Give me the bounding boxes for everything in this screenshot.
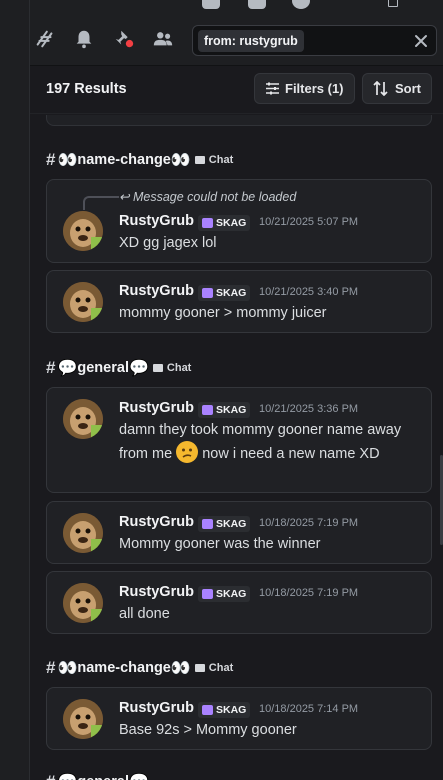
title-bar: [30, 0, 443, 10]
search-result-card[interactable]: RustyGrub SKAG 10/18/2025 7:19 PM Mommy …: [46, 501, 432, 564]
channel-group-header[interactable]: # 👀 name-change 👀 Chat: [46, 148, 233, 172]
message-timestamp: 10/18/2025 7:14 PM: [259, 703, 359, 715]
previous-result-card[interactable]: [46, 115, 432, 126]
search-result-card[interactable]: RustyGrub SKAG 10/18/2025 7:19 PM all do…: [46, 571, 432, 634]
left-sidebar-strip: [0, 0, 30, 780]
channel-group-header[interactable]: # 👀 name-change 👀 Chat: [46, 656, 233, 680]
filters-button[interactable]: Filters (1): [254, 73, 355, 104]
avatar[interactable]: [63, 699, 103, 739]
avatar[interactable]: [63, 211, 103, 251]
channel-emoji: 👀: [57, 152, 78, 169]
guild-tag-badge[interactable]: SKAG: [198, 285, 251, 301]
channel-category: Chat: [208, 662, 234, 674]
channel-name: general: [77, 774, 129, 780]
channel-name: name-change: [77, 660, 171, 676]
guild-tag-badge[interactable]: SKAG: [198, 215, 251, 231]
channel-emoji: 💬: [129, 772, 149, 780]
search-results-list: # 👀 name-change 👀 Chat ↩ Message could n…: [30, 115, 443, 780]
author-name[interactable]: RustyGrub: [119, 213, 194, 229]
reply-connector: [83, 196, 119, 210]
author-name[interactable]: RustyGrub: [119, 514, 194, 530]
filters-label: Filters (1): [285, 81, 344, 96]
guild-tag-icon: [202, 218, 213, 228]
channel-hash-icon: #: [46, 150, 56, 169]
message-text: Base 92s > Mommy gooner: [119, 722, 297, 738]
channel-emoji: 👀: [170, 152, 191, 169]
search-result-card[interactable]: ↩ Message could not be loaded RustyGrub …: [46, 179, 432, 263]
flag-icon[interactable]: [202, 0, 220, 9]
avatar[interactable]: [63, 583, 103, 623]
guild-tag-icon: [202, 519, 213, 529]
results-count: 197 Results: [46, 81, 127, 97]
author-name[interactable]: RustyGrub: [119, 584, 194, 600]
reply-preview: ↩ Message could not be loaded: [119, 190, 297, 204]
channel-name: general: [77, 360, 129, 376]
clear-search-icon[interactable]: [412, 32, 430, 50]
message-text: all done: [119, 606, 170, 622]
sort-label: Sort: [395, 81, 421, 96]
guild-tag-badge[interactable]: SKAG: [198, 516, 251, 532]
avatar[interactable]: [63, 399, 103, 439]
filters-icon: [266, 82, 279, 95]
message-text-part: now i need a new name XD: [202, 446, 380, 462]
channel-hash-icon: #: [46, 658, 56, 677]
guild-tag-icon: [202, 705, 213, 715]
channel-category: Chat: [208, 154, 234, 166]
message-timestamp: 10/21/2025 3:40 PM: [259, 286, 359, 298]
channel-emoji: 💬: [57, 360, 78, 377]
channel-category: Chat: [166, 362, 192, 374]
threads-icon[interactable]: [34, 28, 56, 50]
search-filter-chip[interactable]: from: rustygrub: [198, 30, 304, 52]
channel-emoji: 👀: [57, 660, 78, 677]
guild-tag-badge[interactable]: SKAG: [198, 402, 251, 418]
channel-name: name-change: [77, 152, 171, 168]
channel-emoji: 👀: [170, 660, 191, 677]
notification-bell-icon[interactable]: [73, 28, 95, 50]
folder-icon: [194, 664, 205, 672]
search-input[interactable]: from: rustygrub: [192, 25, 437, 56]
channel-emoji: 💬: [57, 772, 77, 780]
close-window-icon[interactable]: [425, 0, 443, 9]
guild-tag-icon: [202, 405, 213, 415]
guild-tag-badge[interactable]: SKAG: [198, 702, 251, 718]
help-icon[interactable]: [292, 0, 310, 9]
download-icon[interactable]: [248, 0, 266, 9]
message-text: XD gg jagex lol: [119, 235, 217, 251]
confused-face-emoji-icon: [176, 441, 199, 463]
folder-icon: [194, 156, 205, 164]
message-timestamp: 10/18/2025 7:19 PM: [259, 587, 359, 599]
guild-tag-icon: [202, 288, 213, 298]
maximize-icon[interactable]: [388, 0, 398, 7]
channel-group-header[interactable]: # 💬 general 💬: [46, 770, 149, 780]
results-header: 197 Results Filters (1) Sort: [30, 66, 443, 114]
message-text: mommy gooner > mommy juicer: [119, 305, 327, 321]
avatar[interactable]: [63, 282, 103, 322]
guild-tag-badge[interactable]: SKAG: [198, 586, 251, 602]
author-name[interactable]: RustyGrub: [119, 283, 194, 299]
author-name[interactable]: RustyGrub: [119, 700, 194, 716]
folder-icon: [152, 364, 163, 372]
channel-header: from: rustygrub: [30, 10, 443, 66]
message-timestamp: 10/21/2025 5:07 PM: [259, 216, 359, 228]
message-text: damn they took mommy gooner name away fr…: [119, 419, 417, 465]
channel-hash-icon: #: [46, 358, 56, 377]
channel-group-header[interactable]: # 💬 general 💬 Chat: [46, 356, 191, 380]
search-result-card[interactable]: RustyGrub SKAG 10/21/2025 3:36 PM damn t…: [46, 387, 432, 493]
search-result-card[interactable]: RustyGrub SKAG 10/21/2025 3:40 PM mommy …: [46, 270, 432, 333]
guild-tag-icon: [202, 589, 213, 599]
message-timestamp: 10/21/2025 3:36 PM: [259, 403, 359, 415]
search-result-card[interactable]: RustyGrub SKAG 10/18/2025 7:14 PM Base 9…: [46, 687, 432, 750]
message-text: Mommy gooner was the winner: [119, 536, 321, 552]
member-list-icon[interactable]: [152, 28, 174, 50]
sort-icon: [373, 81, 388, 96]
avatar[interactable]: [63, 513, 103, 553]
pin-icon[interactable]: [113, 28, 135, 50]
sort-button[interactable]: Sort: [362, 73, 432, 104]
channel-emoji: 💬: [128, 360, 149, 377]
channel-hash-icon: #: [46, 772, 55, 780]
message-timestamp: 10/18/2025 7:19 PM: [259, 517, 359, 529]
author-name[interactable]: RustyGrub: [119, 400, 194, 416]
